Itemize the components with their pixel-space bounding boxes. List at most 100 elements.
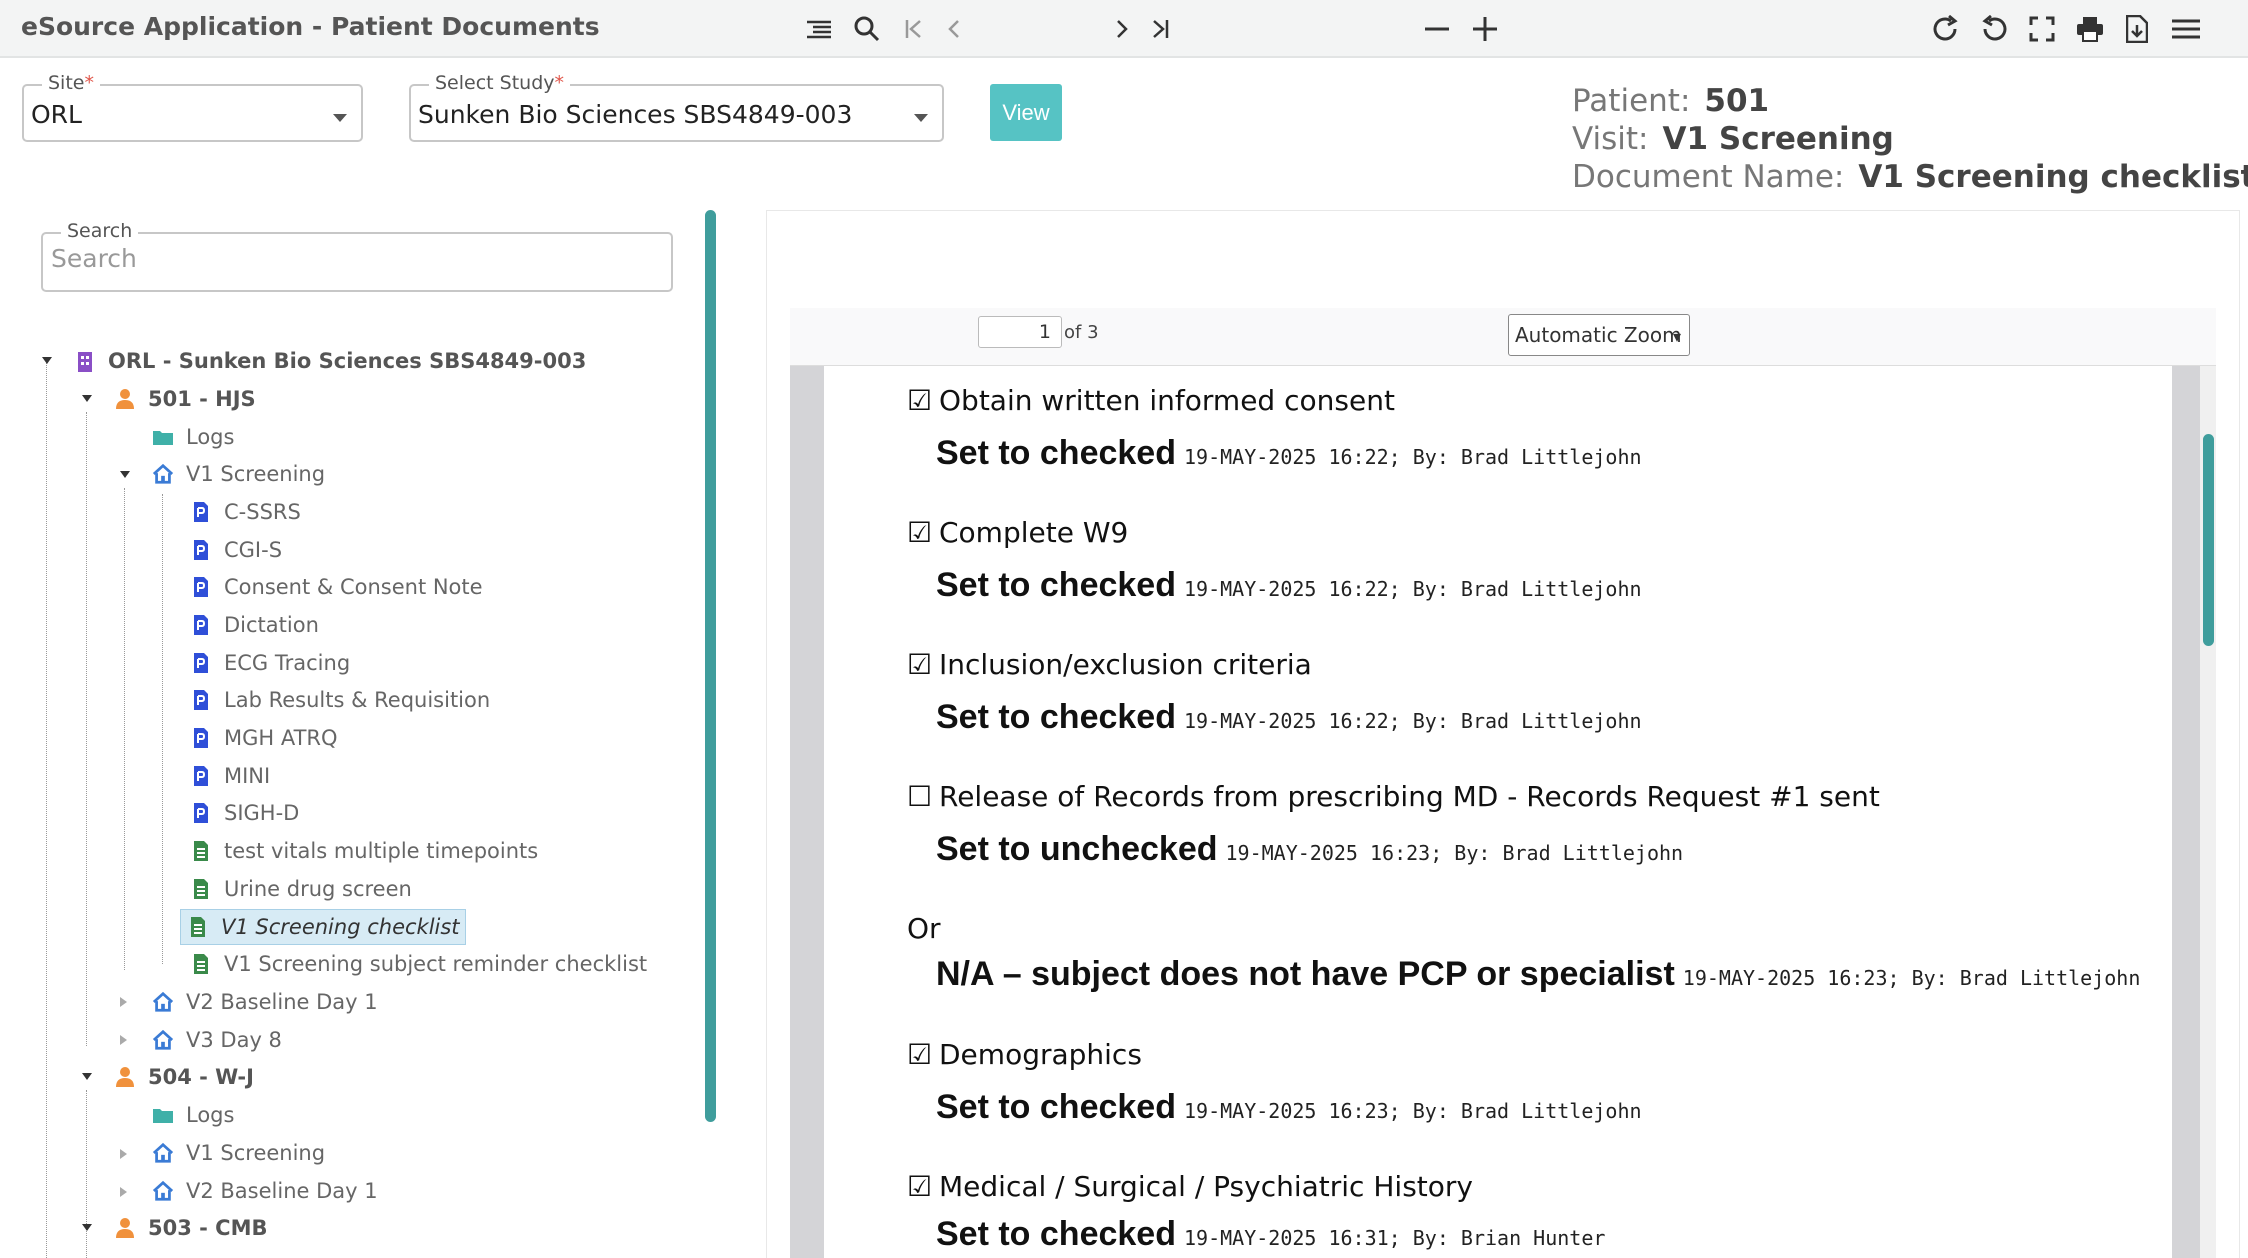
collapse-root-toggle[interactable] xyxy=(42,357,52,364)
sidebar-toggle-icon[interactable] xyxy=(804,14,834,44)
tree-node-label: V2 Baseline Day 1 xyxy=(186,1179,378,1203)
person-icon xyxy=(114,1065,136,1089)
tree-node-document[interactable]: MINI xyxy=(190,759,270,793)
zoom-in-icon[interactable] xyxy=(1470,14,1500,44)
form-document-icon xyxy=(190,877,212,901)
pdf-document-icon xyxy=(190,688,212,712)
fullscreen-icon[interactable] xyxy=(2026,14,2058,44)
tree-node-document[interactable]: MGH ATRQ xyxy=(190,721,338,755)
checklist-item: ☑ Inclusion/exclusion criteria xyxy=(907,648,1312,681)
checklist-item-text: Medical / Surgical / Psychiatric History xyxy=(939,1170,1473,1203)
next-page-icon[interactable] xyxy=(1110,14,1134,44)
tree-node-label: ECG Tracing xyxy=(224,651,351,675)
tree-node-label: V1 Screening checklist xyxy=(221,915,460,939)
tree-node-document[interactable]: CGI-S xyxy=(190,533,282,567)
tree-node-label: V1 Screening subject reminder checklist xyxy=(224,952,648,976)
search-icon[interactable] xyxy=(852,14,882,44)
tree-node-document[interactable]: Consent & Consent Note xyxy=(190,570,483,604)
collapse-v1-toggle[interactable] xyxy=(120,471,130,478)
tree-node-visit-v1[interactable]: V1 Screening xyxy=(152,1136,325,1170)
checklist-status: Set to checked 19-MAY-2025 16:23; By: Bra… xyxy=(936,1088,1642,1127)
checklist-item-text: Obtain written informed consent xyxy=(939,384,1395,417)
tree-node-document-selected[interactable]: V1 Screening checklist xyxy=(180,909,466,945)
tree-guide xyxy=(86,1090,87,1258)
tree-node-site[interactable]: ORL - Sunken Bio Sciences SBS4849-003 xyxy=(74,344,586,378)
tree-node-label: MINI xyxy=(224,764,271,788)
pdf-document-icon xyxy=(190,575,212,599)
tree-guide xyxy=(86,412,87,1046)
document-tree: ORL - Sunken Bio Sciences SBS4849-003 50… xyxy=(0,0,712,1258)
expand-v3-toggle[interactable] xyxy=(120,1035,127,1045)
collapse-501-toggle[interactable] xyxy=(82,395,92,402)
tree-node-visit-v1[interactable]: V1 Screening xyxy=(152,457,325,491)
status-stamp: 19-MAY-2025 16:22; By: Brad Littlejohn xyxy=(1183,709,1642,733)
checklist-item: ☑ Obtain written informed consent xyxy=(907,384,1395,417)
form-document-icon xyxy=(187,915,209,939)
tree-node-document[interactable]: Lab Results & Requisition xyxy=(190,683,490,717)
tree-node-patient-504[interactable]: 504 - W-J xyxy=(114,1060,254,1094)
pdf-scrollbar-thumb[interactable] xyxy=(2203,434,2214,646)
checkbox-glyph: ☑ xyxy=(907,516,933,549)
view-button[interactable]: View xyxy=(990,84,1062,141)
checkbox-glyph: ☐ xyxy=(907,780,933,813)
tree-node-logs[interactable]: Logs xyxy=(152,420,234,454)
expand-504-v1-toggle[interactable] xyxy=(120,1149,127,1159)
checklist-status: Set to checked 19-MAY-2025 16:31; By: Bri… xyxy=(936,1215,1605,1254)
status-text: Set to checked xyxy=(936,434,1176,472)
tree-node-document[interactable]: Dictation xyxy=(190,608,319,642)
home-icon xyxy=(152,990,174,1014)
last-page-icon[interactable] xyxy=(1146,14,1174,44)
tree-guide xyxy=(124,488,125,970)
menu-icon[interactable] xyxy=(2170,14,2202,44)
tree-node-label: CGI-S xyxy=(224,538,283,562)
previous-page-icon[interactable] xyxy=(942,14,966,44)
tree-node-visit-v2[interactable]: V2 Baseline Day 1 xyxy=(152,1174,378,1208)
document-name-value: V1 Screening checklist xyxy=(1858,159,2248,195)
tree-node-logs[interactable]: Logs xyxy=(152,1098,234,1132)
first-page-icon[interactable] xyxy=(900,14,928,44)
tree-node-patient-503[interactable]: 503 - CMB xyxy=(114,1211,268,1245)
collapse-503-toggle[interactable] xyxy=(82,1224,92,1231)
tree-node-document[interactable]: SIGH-D xyxy=(190,796,299,830)
download-icon[interactable] xyxy=(2122,14,2152,44)
rotate-counterclockwise-icon[interactable] xyxy=(1978,14,2010,44)
tree-node-document[interactable]: test vitals multiple timepoints xyxy=(190,834,538,868)
or-text: Or xyxy=(907,912,941,945)
folder-icon xyxy=(152,425,174,449)
tree-node-document[interactable]: ECG Tracing xyxy=(190,646,350,680)
tree-node-document[interactable]: C-SSRS xyxy=(190,495,301,529)
tree-node-document[interactable]: Urine drug screen xyxy=(190,872,412,906)
status-text: Set to checked xyxy=(936,1088,1176,1126)
tree-node-label: Logs xyxy=(186,425,235,449)
checklist-item-text: Release of Records from prescribing MD -… xyxy=(939,780,1880,813)
tree-node-visit-v3[interactable]: V3 Day 8 xyxy=(152,1023,282,1057)
tree-node-patient-501[interactable]: 501 - HJS xyxy=(114,382,256,416)
tree-node-label: test vitals multiple timepoints xyxy=(224,839,539,863)
checkbox-glyph: ☑ xyxy=(907,384,933,417)
tree-node-label: SIGH-D xyxy=(224,801,300,825)
home-icon xyxy=(152,462,174,486)
collapse-504-toggle[interactable] xyxy=(82,1073,92,1080)
pdf-document-icon xyxy=(190,613,212,637)
print-icon[interactable] xyxy=(2074,14,2106,44)
rotate-clockwise-icon[interactable] xyxy=(1930,14,1962,44)
chevron-down-icon: ▾ xyxy=(1672,327,1681,346)
page-number-input[interactable] xyxy=(978,316,1062,348)
pdf-document-icon xyxy=(190,500,212,524)
status-text: Set to checked xyxy=(936,1215,1176,1253)
expand-v2-toggle[interactable] xyxy=(120,997,127,1007)
expand-504-v2-toggle[interactable] xyxy=(120,1187,127,1197)
tree-node-label: 504 - W-J xyxy=(148,1065,254,1089)
tree-node-visit-v2[interactable]: V2 Baseline Day 1 xyxy=(152,985,378,1019)
tree-node-document[interactable]: V1 Screening subject reminder checklist xyxy=(190,947,647,981)
document-name-label: Document Name: xyxy=(1572,159,1845,195)
tree-node-label: ORL - Sunken Bio Sciences SBS4849-003 xyxy=(108,349,587,373)
zoom-out-icon[interactable] xyxy=(1422,14,1452,44)
zoom-select[interactable]: Automatic Zoom ▾ xyxy=(1508,314,1690,356)
tree-node-label: Consent & Consent Note xyxy=(224,575,483,599)
checkbox-glyph: ☑ xyxy=(907,1170,933,1203)
tree-node-label: Lab Results & Requisition xyxy=(224,688,491,712)
tree-node-label: Logs xyxy=(186,1103,235,1127)
tree-node-label: V1 Screening xyxy=(186,1141,326,1165)
tree-guide xyxy=(162,494,163,964)
